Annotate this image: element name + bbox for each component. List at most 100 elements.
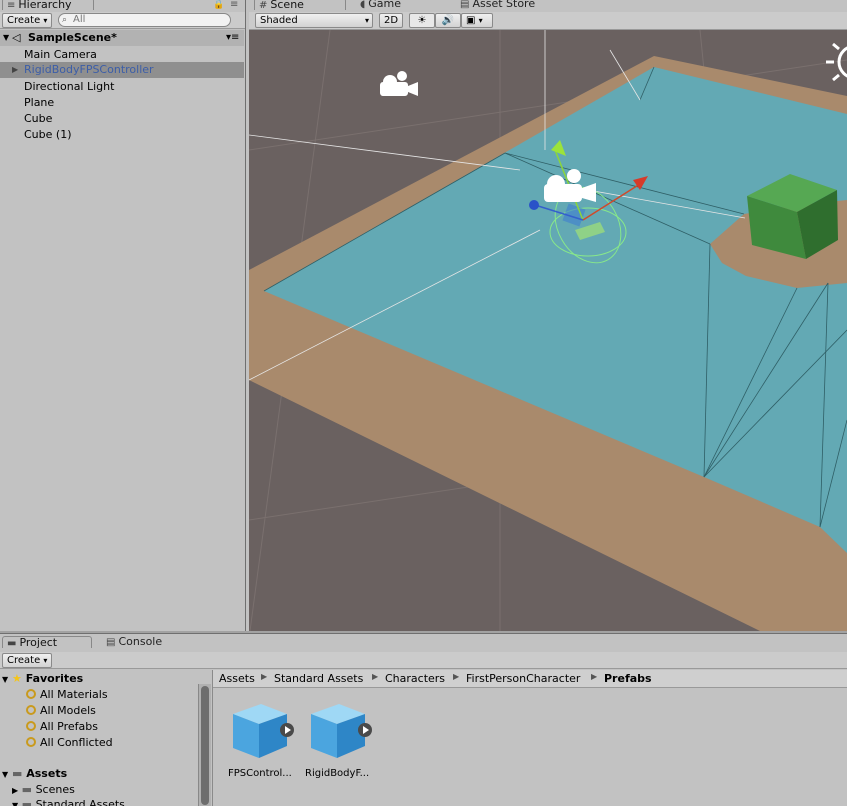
tree-scrollbar[interactable] bbox=[198, 684, 211, 806]
project-panel: ▬ Project ▤ Console Create ▾ ▼ ★ Favorites… bbox=[0, 633, 847, 806]
dropdown-arrow-icon: ▾ bbox=[43, 16, 48, 25]
scene-render bbox=[249, 30, 847, 631]
search-icon bbox=[26, 737, 36, 747]
scene-toolbar: Shaded ▾ 2D ☀ 🔊 ▣ ▾ bbox=[249, 12, 847, 30]
image-icon: ▣ bbox=[466, 15, 476, 26]
breadcrumb-separator-icon: ▶ bbox=[372, 672, 379, 681]
hierarchy-item-label: RigidBodyFPSController bbox=[24, 63, 154, 76]
audio-toggle[interactable]: 🔊 bbox=[435, 13, 461, 28]
breadcrumb-item[interactable]: Characters bbox=[385, 672, 445, 685]
shading-mode-dropdown[interactable]: Shaded ▾ bbox=[255, 13, 373, 28]
scrollbar-thumb[interactable] bbox=[201, 686, 209, 805]
favorite-all-conflicted[interactable]: All Conflicted bbox=[26, 735, 113, 751]
list-icon: ≡ bbox=[7, 0, 16, 11]
tab-asset-store[interactable]: ▤ Asset Store bbox=[456, 0, 566, 10]
dropdown-arrow-icon: ▾ bbox=[364, 16, 369, 25]
hierarchy-search-placeholder: All bbox=[73, 14, 86, 25]
toggle-2d-button[interactable]: 2D bbox=[379, 13, 403, 28]
hierarchy-item-main-camera[interactable]: Main Camera bbox=[0, 47, 244, 63]
expand-arrow-icon: ▼ bbox=[2, 770, 9, 779]
hierarchy-item-label: Plane bbox=[24, 96, 55, 109]
breadcrumb-separator-icon: ▶ bbox=[591, 672, 598, 681]
favorite-label: All Materials bbox=[40, 688, 108, 701]
tab-hierarchy[interactable]: ≡ Hierarchy bbox=[2, 0, 94, 11]
prefab-cube-icon bbox=[311, 704, 372, 758]
tab-project[interactable]: ▬ Project bbox=[2, 636, 92, 649]
tab-console-label: Console bbox=[118, 635, 163, 648]
folder-icon: ▬ bbox=[21, 798, 33, 806]
expand-arrow-icon: ▼ bbox=[12, 801, 19, 806]
favorites-row[interactable]: ▼ ★ Favorites bbox=[2, 671, 83, 687]
tab-scene-label: Scene bbox=[270, 0, 304, 11]
scene-viewport[interactable] bbox=[249, 30, 847, 631]
hierarchy-item-label: Main Camera bbox=[24, 48, 97, 61]
expand-arrow-icon[interactable]: ▶ bbox=[12, 62, 18, 78]
scene-panel: # Scene ◖ Game ▤ Asset Store Shaded ▾ 2D ☀ … bbox=[246, 0, 847, 631]
hierarchy-create-label: Create bbox=[7, 15, 41, 26]
project-create-label: Create bbox=[7, 655, 41, 666]
toggle-2d-label: 2D bbox=[384, 15, 399, 26]
hierarchy-item-plane[interactable]: Plane bbox=[0, 95, 244, 111]
asset-rigidbody-fps-controller[interactable]: RigidBodyF... bbox=[305, 702, 375, 802]
hierarchy-item-label: Directional Light bbox=[24, 80, 115, 93]
prefab-cube-icon bbox=[233, 704, 294, 758]
hierarchy-item-label: Cube bbox=[24, 112, 53, 125]
hierarchy-toolbar: Create ▾ ⌕ All bbox=[0, 12, 245, 29]
assets-root-row[interactable]: ▼ ▬ Assets bbox=[2, 766, 67, 782]
console-icon: ▤ bbox=[106, 637, 116, 648]
hierarchy-item-cube[interactable]: Cube bbox=[0, 111, 244, 127]
search-icon bbox=[26, 689, 36, 699]
expand-arrow-icon: ▼ bbox=[2, 675, 9, 684]
breadcrumb-separator-icon: ▶ bbox=[453, 672, 460, 681]
hierarchy-search-input[interactable]: ⌕ All bbox=[58, 13, 231, 27]
lock-icon[interactable]: 🔒 bbox=[213, 0, 224, 10]
lighting-toggle[interactable]: ☀ bbox=[409, 13, 435, 28]
breadcrumb-item[interactable]: Standard Assets bbox=[274, 672, 363, 685]
tab-scene[interactable]: # Scene bbox=[254, 0, 346, 11]
project-toolbar: Create ▾ bbox=[0, 652, 847, 669]
hierarchy-create-button[interactable]: Create ▾ bbox=[2, 13, 52, 28]
tab-hierarchy-label: Hierarchy bbox=[18, 0, 72, 11]
breadcrumb-separator-icon: ▶ bbox=[261, 672, 268, 681]
breadcrumb-item-current[interactable]: Prefabs bbox=[604, 672, 652, 685]
pacman-icon: ◖ bbox=[360, 0, 366, 10]
grid-icon: # bbox=[259, 0, 268, 11]
scene-root-row[interactable]: ▼ ◁ SampleScene* ▾≡ bbox=[0, 30, 244, 46]
effects-dropdown[interactable]: ▣ ▾ bbox=[461, 13, 493, 28]
tab-console[interactable]: ▤ Console bbox=[102, 635, 192, 649]
dropdown-arrow-icon: ▾ bbox=[43, 656, 48, 665]
search-icon bbox=[26, 705, 36, 715]
shading-mode-label: Shaded bbox=[260, 15, 298, 26]
tab-game[interactable]: ◖ Game bbox=[356, 0, 446, 10]
project-content: Assets ▶ Standard Assets ▶ Characters ▶ … bbox=[212, 670, 847, 806]
search-icon bbox=[26, 721, 36, 731]
store-icon: ▤ bbox=[460, 0, 470, 10]
folder-standard-assets[interactable]: ▼ ▬ Standard Assets bbox=[12, 797, 125, 806]
favorite-all-materials[interactable]: All Materials bbox=[26, 687, 108, 703]
hierarchy-item-directional-light[interactable]: Directional Light bbox=[0, 79, 244, 95]
asset-fps-controller[interactable]: FPSControl... bbox=[227, 702, 297, 802]
star-icon: ★ bbox=[12, 672, 22, 685]
favorite-all-prefabs[interactable]: All Prefabs bbox=[26, 719, 98, 735]
scene-menu-icon[interactable]: ▾≡ bbox=[226, 30, 239, 46]
favorite-all-models[interactable]: All Models bbox=[26, 703, 96, 719]
dropdown-arrow-icon: ▾ bbox=[478, 16, 483, 25]
hierarchy-panel: ≡ Hierarchy 🔒 ≡ Create ▾ ⌕ All ▼ ◁ Sample… bbox=[0, 0, 246, 631]
favorite-label: All Prefabs bbox=[40, 720, 98, 733]
hierarchy-item-rigidbody-fps-controller[interactable]: ▶ RigidBodyFPSController bbox=[0, 62, 244, 78]
assets-label: Assets bbox=[26, 767, 68, 780]
tab-project-label: Project bbox=[19, 636, 58, 649]
folder-icon: ▬ bbox=[12, 767, 23, 780]
tab-asset-store-label: Asset Store bbox=[472, 0, 536, 10]
breadcrumb-item[interactable]: Assets bbox=[219, 672, 255, 685]
breadcrumb-item[interactable]: FirstPersonCharacter bbox=[466, 672, 580, 685]
expand-arrow-icon: ▼ bbox=[3, 33, 10, 42]
hierarchy-item-label: Cube (1) bbox=[24, 128, 72, 141]
hierarchy-item-cube-1[interactable]: Cube (1) bbox=[0, 127, 244, 143]
folder-scenes[interactable]: ▶ ▬ Scenes bbox=[12, 782, 75, 798]
sun-icon: ☀ bbox=[417, 15, 427, 26]
project-create-button[interactable]: Create ▾ bbox=[2, 653, 52, 668]
unity-scene-icon: ◁ bbox=[12, 31, 21, 44]
panel-menu-icon[interactable]: ≡ bbox=[230, 0, 238, 10]
breadcrumb: Assets ▶ Standard Assets ▶ Characters ▶ … bbox=[213, 670, 847, 688]
